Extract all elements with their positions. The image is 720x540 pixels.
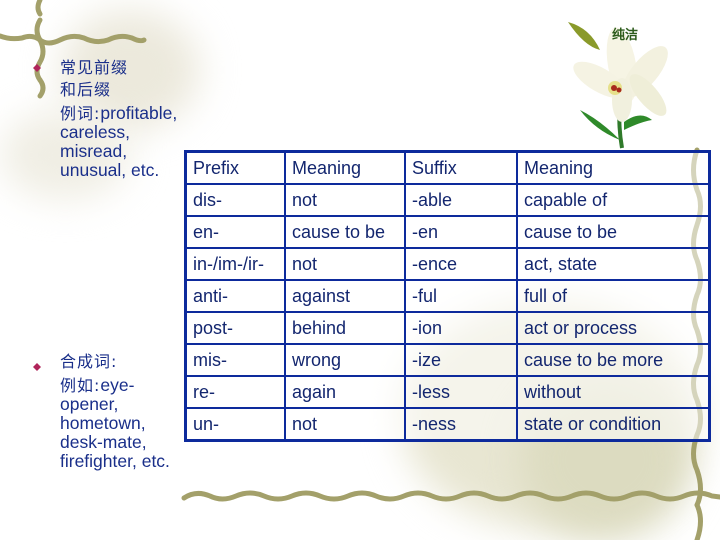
bullet-heading-line: 合成词: — [60, 352, 118, 371]
suffix-meaning-cell: cause to be more — [516, 343, 711, 377]
bullet-example-line: desk-mate, — [60, 432, 147, 452]
suffix-cell: -ize — [404, 343, 518, 377]
bullet-example-line: hometown, — [60, 413, 146, 433]
prefix-meaning-cell: not — [284, 183, 406, 217]
bullet-example-line: opener, — [60, 394, 119, 414]
bullet-prefix-suffix: 常见前缀 和后缀 例词:profitable, careless, misrea… — [60, 58, 177, 180]
affix-table: Prefix Meaning Suffix Meaning dis- not -… — [184, 150, 711, 442]
example-word: profitable, — [100, 103, 178, 123]
suffix-cell: -less — [404, 375, 518, 409]
header-prefix: Prefix — [184, 150, 286, 185]
prefix-meaning-cell: again — [284, 375, 406, 409]
table-row: anti- against -ful full of — [184, 279, 711, 313]
table-header-row: Prefix Meaning Suffix Meaning — [184, 150, 711, 185]
table-row: post- behind -ion act or process — [184, 311, 711, 345]
bullet-heading-line: 和后缀 — [60, 80, 112, 99]
prefix-cell: post- — [184, 311, 286, 345]
suffix-meaning-cell: state or condition — [516, 407, 711, 442]
suffix-cell: -able — [404, 183, 518, 217]
table-row: en- cause to be -en cause to be — [184, 215, 711, 249]
table-row: un- not -ness state or condition — [184, 407, 711, 442]
example-label: 例如: — [60, 376, 101, 395]
suffix-meaning-cell: act or process — [516, 311, 711, 345]
suffix-meaning-cell: act, state — [516, 247, 711, 281]
header-prefix-meaning: Meaning — [284, 150, 406, 185]
example-word: eye- — [100, 375, 135, 395]
suffix-cell: -ence — [404, 247, 518, 281]
prefix-cell: in-/im-/ir- — [184, 247, 286, 281]
prefix-cell: anti- — [184, 279, 286, 313]
header-suffix-meaning: Meaning — [516, 150, 711, 185]
bullet-example-line: unusual, etc. — [60, 160, 160, 180]
example-label: 例词: — [60, 104, 101, 123]
prefix-meaning-cell: wrong — [284, 343, 406, 377]
bullet-example-line: 例词:profitable, — [60, 103, 178, 124]
suffix-cell: -en — [404, 215, 518, 249]
prefix-meaning-cell: against — [284, 279, 406, 313]
suffix-cell: -ion — [404, 311, 518, 345]
prefix-meaning-cell: not — [284, 247, 406, 281]
bullet-icon — [33, 64, 41, 72]
suffix-meaning-cell: without — [516, 375, 711, 409]
prefix-cell: mis- — [184, 343, 286, 377]
prefix-meaning-cell: cause to be — [284, 215, 406, 249]
bullet-heading-line: 常见前缀 — [60, 58, 129, 77]
lily-caption: 纯洁 — [612, 28, 639, 43]
prefix-meaning-cell: not — [284, 407, 406, 442]
suffix-cell: -ful — [404, 279, 518, 313]
prefix-cell: un- — [184, 407, 286, 442]
bullet-example-line: careless, — [60, 122, 131, 142]
prefix-cell: dis- — [184, 183, 286, 217]
table-row: in-/im-/ir- not -ence act, state — [184, 247, 711, 281]
table-row: re- again -less without — [184, 375, 711, 409]
bullet-compound-words: 合成词: 例如:eye- opener, hometown, desk-mate… — [60, 352, 170, 471]
prefix-meaning-cell: behind — [284, 311, 406, 345]
header-suffix: Suffix — [404, 150, 518, 185]
prefix-cell: en- — [184, 215, 286, 249]
bullet-icon — [33, 363, 41, 371]
bullet-example-line: 例如:eye- — [60, 375, 170, 396]
table-row: dis- not -able capable of — [184, 183, 711, 217]
suffix-meaning-cell: full of — [516, 279, 711, 313]
suffix-meaning-cell: capable of — [516, 183, 711, 217]
bullet-example-line: firefighter, etc. — [60, 451, 170, 471]
prefix-cell: re- — [184, 375, 286, 409]
suffix-meaning-cell: cause to be — [516, 215, 711, 249]
bullet-example-line: misread, — [60, 141, 128, 161]
table-row: mis- wrong -ize cause to be more — [184, 343, 711, 377]
suffix-cell: -ness — [404, 407, 518, 442]
